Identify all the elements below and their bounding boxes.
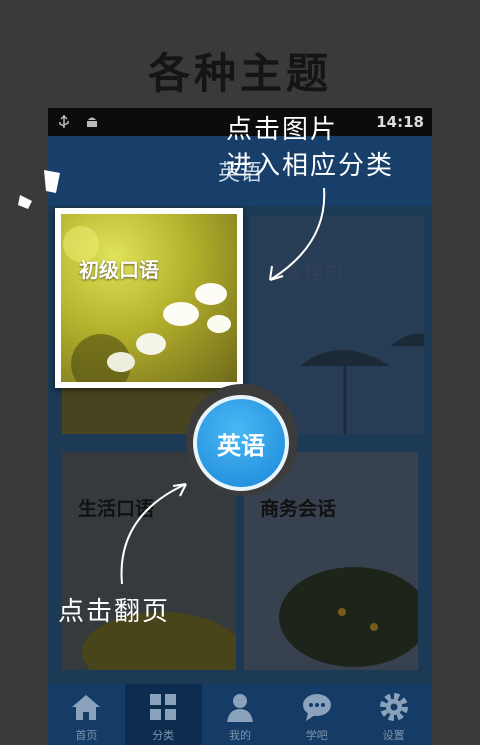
hint-tap-image-line1: 点击图片 [226, 115, 339, 145]
tab-home[interactable]: 首页 [48, 684, 125, 745]
hint-tap-image: 点击图片 进入相应分类 [226, 112, 474, 184]
gear-icon [379, 693, 408, 721]
home-icon [72, 695, 101, 720]
grid-icon [150, 694, 177, 720]
hint-tap-image-line2: 进入相应分类 [226, 151, 395, 181]
featured-tile-image: 初级口语 [61, 214, 237, 382]
category-tile-label: 商务会话 [260, 498, 337, 520]
center-language-button[interactable]: 英语 [193, 395, 289, 491]
person-icon [226, 694, 253, 722]
tab-label: 我的 [228, 729, 251, 742]
tab-mine[interactable]: 我的 [202, 684, 279, 745]
orchid-illustration [63, 226, 231, 382]
hint-tap-flip: 点击翻页 [58, 597, 171, 627]
android-icon [87, 117, 97, 127]
chat-bubble-icon [302, 694, 331, 721]
sparkle-decoration [18, 170, 60, 209]
hint-arrow-top [269, 187, 326, 281]
tab-label: 设置 [382, 729, 405, 742]
usb-icon [59, 114, 69, 128]
tab-label: 分类 [152, 729, 175, 742]
featured-tile-beginner[interactable]: 初级口语 [55, 208, 243, 388]
tab-label: 首页 [75, 729, 98, 742]
tab-label: 学吧 [305, 729, 328, 742]
tab-category[interactable]: 分类 [124, 684, 202, 745]
hint-arrow-bottom [120, 483, 187, 585]
tab-study[interactable]: 学吧 [278, 684, 355, 745]
page-title: 各种主题 [147, 49, 332, 98]
featured-tile-label: 初级口语 [79, 258, 159, 282]
tab-settings[interactable]: 设置 [355, 684, 432, 745]
bottom-tab-bar: 首页 分类 我的 学吧 设置 [48, 684, 432, 745]
